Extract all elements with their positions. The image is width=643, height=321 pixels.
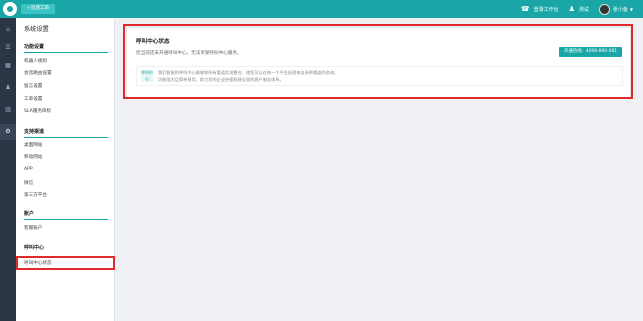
- highlight-box-nav: [16, 256, 115, 270]
- top-bar: +创建工单 ☎ 登录工作台 ♟ 测试 张小鱼 ▼: [0, 0, 643, 18]
- user-role-label: 测试: [578, 6, 589, 13]
- workspace-label: 登录工作台: [533, 6, 559, 13]
- avatar: [598, 3, 610, 15]
- nav-item-app[interactable]: APP: [24, 167, 33, 172]
- highlight-box-card: [123, 24, 633, 99]
- user-icon: ♟: [568, 4, 575, 13]
- nav-item-desktop-site[interactable]: 桌面网站: [24, 142, 42, 148]
- chevron-down-icon: ▼: [629, 6, 633, 12]
- nav-item-ticket-settings[interactable]: 工单设置: [24, 96, 42, 102]
- gear-icon[interactable]: ⚙: [0, 124, 16, 140]
- workspace-link[interactable]: ☎ 登录工作台: [520, 4, 559, 13]
- grid-icon[interactable]: ▦: [0, 58, 16, 74]
- settings-sidebar: 系统设置 功能设置 机器人规则 会话路由设置 留言设置 工单设置 SLA服务目标…: [16, 18, 115, 321]
- nav-item-robot-rules[interactable]: 机器人规则: [24, 58, 47, 64]
- nav-item-mobile-site[interactable]: 移动网站: [24, 154, 42, 160]
- top-right-area: ☎ 登录工作台 ♟ 测试 张小鱼 ▼: [521, 0, 643, 18]
- icon-rail: ⌂ ☰ ▦ ♟ ▥ ⚙: [0, 18, 16, 321]
- sidebar-title: 系统设置: [24, 26, 49, 33]
- user-icon[interactable]: ♟: [0, 80, 16, 96]
- nav-item-wechat[interactable]: 微信: [24, 180, 33, 186]
- section-support-title: 支持渠道: [24, 128, 108, 138]
- list-icon[interactable]: ☰: [0, 40, 16, 56]
- headset-icon: ☎: [520, 4, 530, 13]
- section-account-title: 账户: [24, 210, 108, 220]
- section-func-title: 功能设置: [24, 43, 108, 53]
- user-name: 张小鱼: [612, 6, 628, 13]
- nav-item-agent-account[interactable]: 客服账户: [24, 225, 42, 231]
- chart-icon[interactable]: ▥: [0, 102, 16, 118]
- nav-item-message-settings[interactable]: 留言设置: [24, 83, 42, 89]
- home-icon[interactable]: ⌂: [0, 22, 16, 38]
- user-role[interactable]: ♟ 测试: [568, 4, 589, 13]
- logo-icon[interactable]: [3, 2, 17, 16]
- user-menu[interactable]: 张小鱼 ▼: [598, 3, 633, 15]
- section-callcenter-title: 呼叫中心: [24, 245, 45, 251]
- nav-item-session-routing[interactable]: 会话路由设置: [24, 70, 52, 76]
- new-ticket-button[interactable]: +创建工单: [21, 4, 55, 14]
- nav-item-sla[interactable]: SLA服务目标: [24, 108, 51, 114]
- nav-item-third-party[interactable]: 第三方平台: [24, 192, 47, 198]
